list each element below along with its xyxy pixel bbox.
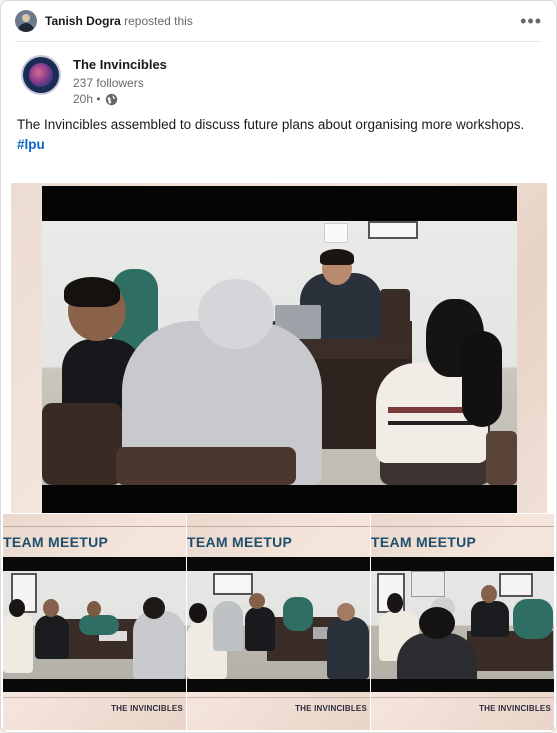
author-block: The Invincibles 237 followers 20h • [21,55,167,106]
post-body: The Invincibles assembled to discuss fut… [17,115,537,155]
hashtag-link[interactable]: #lpu [17,135,537,155]
repost-header: Tanish Dogra reposted this ••• [15,1,542,42]
more-options-button[interactable]: ••• [520,12,542,30]
gallery-thumbnail-2[interactable]: TEAM MEETUP THE INVINCIBLES [187,514,370,730]
gallery-thumbnail-1[interactable]: TEAM MEETUP THE INVINCIBLES [3,514,186,730]
thumbnail-photo [187,557,370,692]
globe-icon [105,93,117,105]
thumbnail-photo [3,557,186,692]
thumbnail-title: TEAM MEETUP [187,534,293,550]
author-name[interactable]: The Invincibles [73,57,167,72]
reposter-avatar[interactable] [15,10,37,32]
thumbnail-footer: THE INVINCIBLES [295,704,367,713]
thumbnail-photo [371,557,554,692]
thumbnail-title: TEAM MEETUP [3,534,109,550]
main-image[interactable] [11,183,547,513]
meeting-photo [42,186,517,513]
post-time: 20h • [73,92,101,106]
post-text: The Invincibles assembled to discuss fut… [17,117,525,132]
ellipsis-horizontal-icon: ••• [520,11,542,31]
thumbnail-footer: THE INVINCIBLES [479,704,551,713]
company-logo[interactable] [21,55,61,95]
repost-line: Tanish Dogra reposted this [45,14,193,28]
follower-count: 237 followers [73,76,144,90]
repost-action: reposted this [124,14,193,28]
feed-post-card: Tanish Dogra reposted this ••• The Invin… [0,0,557,733]
reposter-name[interactable]: Tanish Dogra [45,14,121,28]
thumbnail-title: TEAM MEETUP [371,534,477,550]
thumbnail-footer: THE INVINCIBLES [111,704,183,713]
gallery-thumbnail-3[interactable]: TEAM MEETUP THE INVINCIBLES [371,514,554,730]
